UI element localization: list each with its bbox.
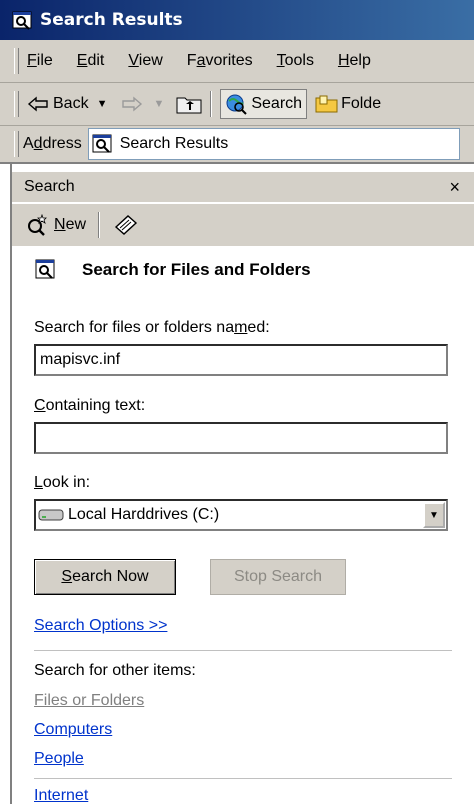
folders-label: Folde (341, 95, 382, 112)
back-arrow-icon (27, 96, 48, 112)
search-files-heading-icon (35, 259, 55, 279)
menu-edit[interactable]: Edit (77, 52, 105, 70)
lookin-label: Look in: (34, 474, 91, 491)
back-dropdown-icon[interactable]: ▼ (97, 98, 108, 110)
other-item-computers[interactable]: Computers (34, 721, 112, 739)
menu-bar-grip[interactable] (14, 48, 19, 74)
stop-search-label: Stop Search (233, 568, 323, 585)
standard-toolbar: Back ▼ ▼ Search Folde (0, 83, 474, 126)
search-pane-header: Search × (12, 172, 474, 202)
other-items-label: Search for other items: (34, 662, 196, 679)
other-item-internet[interactable]: Internet (34, 787, 88, 805)
search-results-icon (92, 134, 112, 153)
search-globe-icon (226, 94, 248, 115)
menu-help[interactable]: Help (338, 52, 371, 70)
chevron-down-icon: ▼ (429, 509, 439, 521)
address-label: Address (23, 135, 82, 152)
forward-dropdown-icon[interactable]: ▼ (153, 98, 164, 110)
divider (34, 778, 452, 779)
toolbar-separator (210, 91, 213, 117)
title-bar: Search Results (0, 0, 474, 40)
address-bar: Address Search Results (0, 126, 474, 164)
search-pane-title: Search (24, 178, 75, 195)
toolbar-grip[interactable] (14, 91, 19, 117)
other-item-people[interactable]: People (34, 750, 84, 768)
search-now-button[interactable]: Search Now (34, 559, 176, 595)
back-button[interactable]: Back (27, 95, 89, 113)
containing-input[interactable] (34, 422, 448, 454)
folders-button[interactable]: Folde (315, 94, 381, 114)
menu-favorites[interactable]: Favorites (187, 52, 253, 70)
address-value: Search Results (119, 135, 229, 152)
search-pane-content: Search for Files and Folders Search for … (12, 246, 474, 804)
lookin-value: Local Harddrives (C:) (68, 506, 220, 523)
menu-file[interactable]: File (27, 52, 53, 70)
search-button[interactable]: Search (220, 89, 308, 119)
lookin-select[interactable]: Local Harddrives (C:) ▼ (34, 499, 448, 531)
menu-view[interactable]: View (128, 52, 162, 70)
new-search-button[interactable]: New (26, 214, 86, 236)
address-grip[interactable] (14, 131, 19, 157)
back-label: Back (53, 95, 89, 112)
stop-search-button[interactable]: Stop Search (210, 559, 346, 595)
other-item-files-or-folders[interactable]: Files or Folders (34, 692, 144, 710)
named-label: Search for files or folders named: (34, 319, 270, 336)
search-pane-toolbar: New (12, 204, 474, 247)
up-folder-icon[interactable] (176, 94, 202, 114)
folders-icon (315, 95, 338, 113)
search-label: Search (251, 95, 303, 112)
divider (34, 650, 452, 651)
search-results-window-icon (12, 11, 32, 30)
new-search-icon (28, 214, 47, 236)
search-now-label: Search Now (61, 568, 149, 585)
forward-arrow-icon[interactable] (121, 96, 145, 112)
address-field[interactable]: Search Results (87, 128, 460, 160)
hard-drive-icon (38, 509, 64, 521)
new-search-label: New (54, 216, 87, 233)
pane-toolbar-separator (98, 212, 101, 238)
menu-bar: File Edit View Favorites Tools Help (0, 40, 474, 83)
named-input[interactable]: mapisvc.inf (34, 344, 448, 376)
search-companion-icon[interactable] (112, 213, 140, 237)
containing-label: Containing text: (34, 397, 146, 414)
close-icon[interactable]: × (449, 177, 460, 198)
search-heading: Search for Files and Folders (82, 260, 311, 279)
dropdown-button[interactable]: ▼ (423, 502, 445, 528)
menu-tools[interactable]: Tools (277, 52, 314, 70)
window-title: Search Results (40, 10, 183, 30)
search-options-link[interactable]: Search Options >> (34, 617, 167, 635)
